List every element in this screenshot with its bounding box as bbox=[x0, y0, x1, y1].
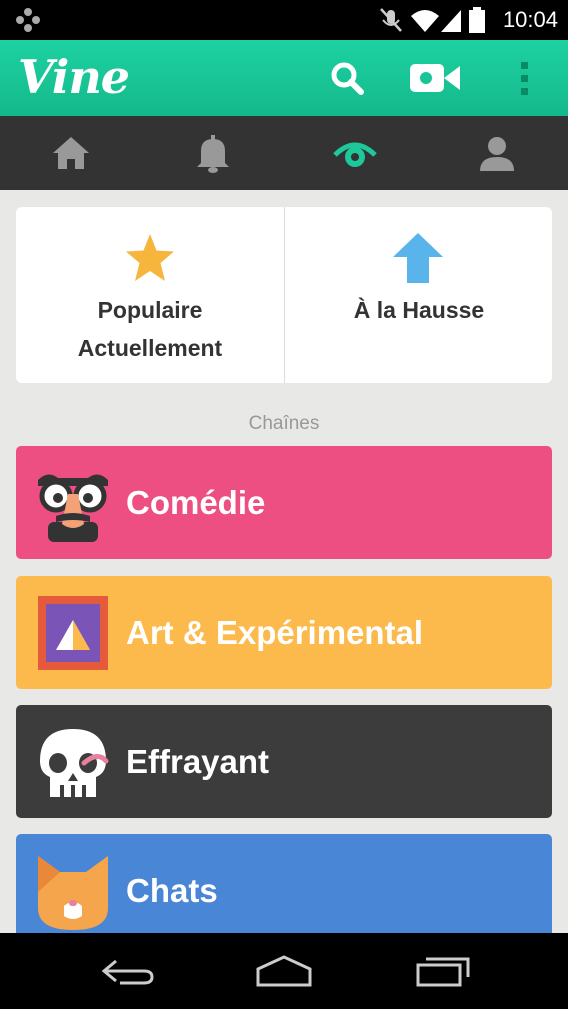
tab-bar bbox=[0, 116, 568, 190]
status-time: 10:04 bbox=[502, 7, 558, 32]
app-bar: Vine bbox=[0, 40, 568, 116]
recent-apps-icon[interactable] bbox=[412, 951, 472, 991]
tab-notifications[interactable] bbox=[142, 116, 284, 190]
battery-icon bbox=[469, 7, 485, 33]
mute-icon bbox=[380, 8, 402, 32]
home-icon bbox=[53, 137, 89, 169]
signal-icon bbox=[441, 10, 461, 32]
profile-icon bbox=[480, 137, 514, 171]
tab-home[interactable] bbox=[0, 116, 142, 190]
channel-comedy[interactable]: Comédie bbox=[16, 446, 552, 559]
back-icon[interactable] bbox=[96, 951, 156, 991]
featured-card: Populaire Actuellement À la Hausse bbox=[16, 207, 552, 383]
tab-profile[interactable] bbox=[426, 116, 568, 190]
channel-art[interactable]: Art & Expérimental bbox=[16, 576, 552, 689]
channel-label: Comédie bbox=[126, 484, 266, 521]
comedy-mask-icon bbox=[38, 474, 108, 542]
trending-label: À la Hausse bbox=[353, 297, 485, 323]
overflow-menu-icon[interactable] bbox=[512, 56, 536, 100]
search-icon[interactable] bbox=[325, 56, 369, 100]
tab-explore[interactable] bbox=[284, 116, 426, 190]
channel-scary[interactable]: Effrayant bbox=[16, 705, 552, 818]
system-navigation-bar bbox=[0, 933, 568, 1009]
art-frame-icon bbox=[38, 596, 108, 670]
star-icon bbox=[126, 234, 174, 281]
popular-label-line1: Populaire bbox=[97, 297, 203, 323]
wifi-icon bbox=[411, 10, 439, 32]
trending-button[interactable]: À la Hausse bbox=[285, 207, 553, 383]
up-arrow-icon bbox=[393, 233, 443, 283]
cat-icon bbox=[38, 856, 108, 930]
channel-cats[interactable]: Chats bbox=[16, 834, 552, 947]
video-camera-icon[interactable] bbox=[408, 56, 464, 100]
channel-label: Effrayant bbox=[126, 743, 270, 780]
channel-label: Chats bbox=[126, 872, 218, 909]
channels-section-title: Chaînes bbox=[248, 413, 320, 434]
home-nav-icon[interactable] bbox=[254, 951, 314, 991]
popular-label-line2: Actuellement bbox=[77, 335, 223, 361]
vine-logo: Vine bbox=[18, 50, 130, 104]
popular-now-button[interactable]: Populaire Actuellement bbox=[16, 207, 284, 383]
skull-icon bbox=[40, 729, 109, 797]
eye-icon bbox=[333, 142, 377, 167]
bell-icon bbox=[197, 135, 229, 173]
status-bar: 10:04 bbox=[0, 0, 568, 40]
app-notification-icon bbox=[16, 8, 40, 32]
channel-label: Art & Expérimental bbox=[126, 614, 424, 651]
